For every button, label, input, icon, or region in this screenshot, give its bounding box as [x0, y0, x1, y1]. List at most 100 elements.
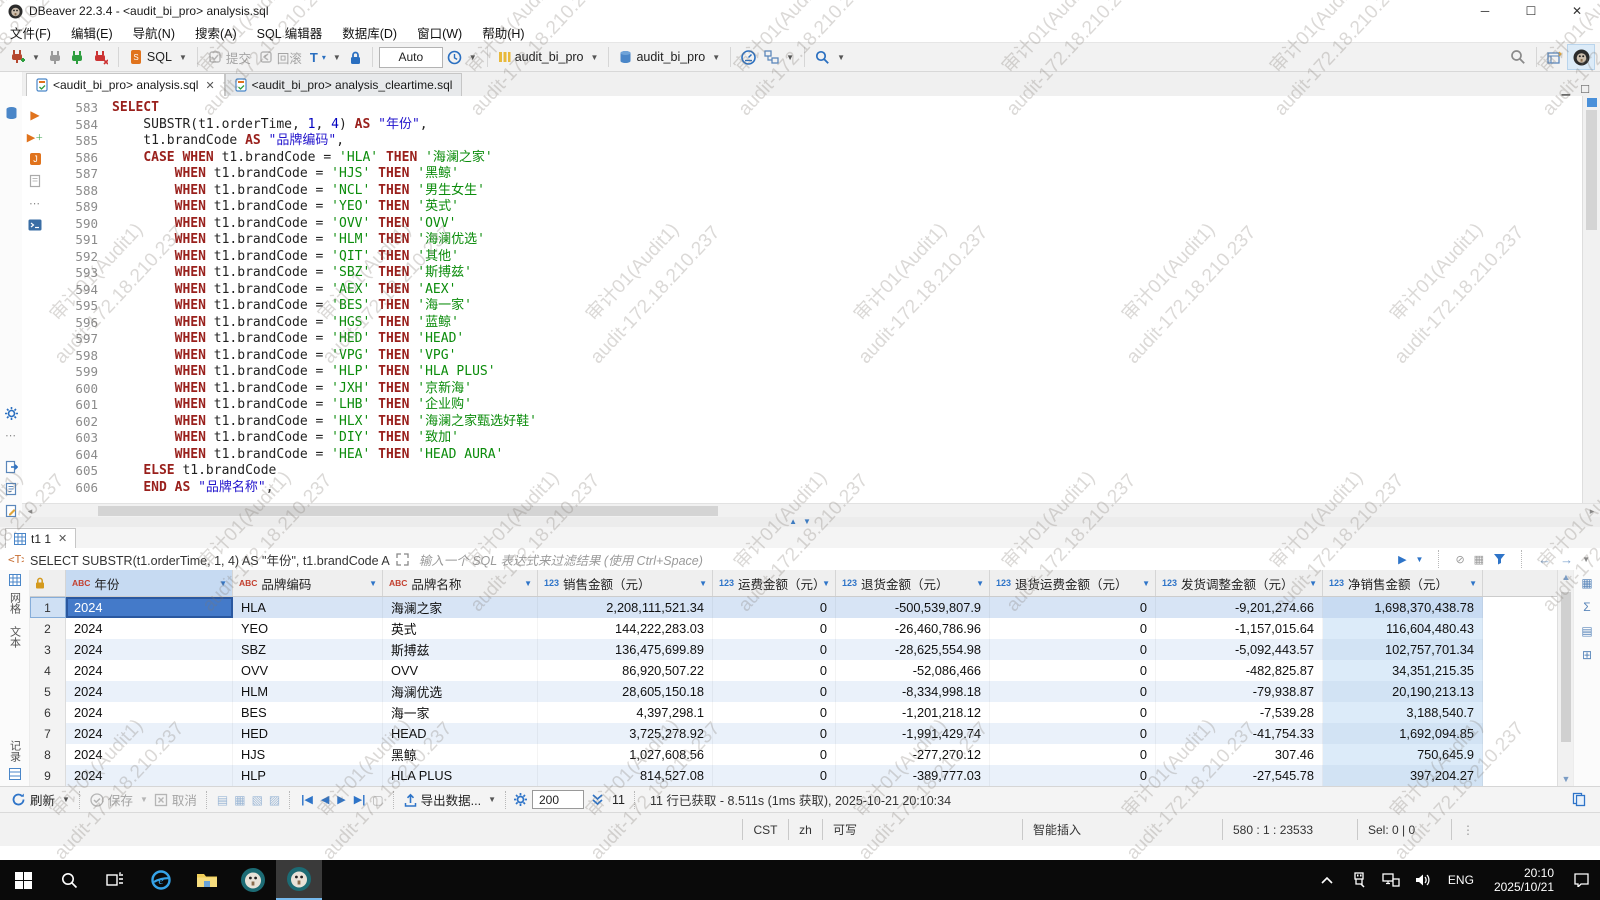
code-line[interactable]: 599 WHEN t1.brandCode = 'HLP' THEN 'HLA …: [48, 364, 1582, 381]
code-line[interactable]: 584 SUBSTR(t1.orderTime, 1, 4) AS "年份",: [48, 117, 1582, 134]
table-row[interactable]: 1 2024 HLA 海澜之家 2,208,111,521.34 0 -500,539,80…: [30, 597, 1557, 618]
results-tab-t1[interactable]: t1 1 ✕: [5, 528, 77, 548]
filter-funnel-icon[interactable]: [1493, 553, 1506, 565]
menu-item-4[interactable]: SQL 编辑器: [247, 23, 333, 42]
scroll-up-icon[interactable]: ▲: [1558, 572, 1574, 582]
tab-close-icon[interactable]: ✕: [58, 532, 67, 545]
grid-cell[interactable]: HED: [233, 723, 383, 744]
menu-item-6[interactable]: 窗口(W): [407, 23, 472, 42]
add-row-icon[interactable]: ▦: [231, 793, 248, 807]
statusbar-overflow-icon[interactable]: ⋮: [1452, 823, 1484, 837]
grid-cell[interactable]: 2024: [66, 681, 233, 702]
maximize-button[interactable]: ☐: [1508, 0, 1554, 22]
row-number[interactable]: 4: [30, 660, 66, 681]
grid-cell[interactable]: 黑鲸: [383, 744, 538, 765]
file-explorer-button[interactable]: [184, 860, 230, 900]
dropdown-caret-icon[interactable]: ▼: [62, 795, 70, 804]
dbeaver-perspective-button[interactable]: [1567, 44, 1595, 70]
grid-cell[interactable]: 0: [990, 765, 1156, 786]
code-line[interactable]: 585 t1.brandCode AS "品牌编码",: [48, 133, 1582, 150]
column-filter-caret-icon[interactable]: ▼: [699, 579, 707, 588]
row-number[interactable]: 5: [30, 681, 66, 702]
value-panel-icon[interactable]: ▦: [1581, 576, 1592, 590]
grid-cell[interactable]: 4,397,298.1: [538, 702, 713, 723]
grid-cell[interactable]: -28,625,554.98: [836, 639, 990, 660]
scrollbar-thumb[interactable]: [1586, 110, 1597, 230]
grid-cell[interactable]: 0: [713, 660, 836, 681]
grid-cell[interactable]: -8,334,998.18: [836, 681, 990, 702]
grid-cell[interactable]: 750,645.9: [1323, 744, 1483, 765]
code-line[interactable]: 592 WHEN t1.brandCode = 'QIT' THEN '其他': [48, 249, 1582, 266]
grid-cell[interactable]: 0: [990, 681, 1156, 702]
database-selector[interactable]: audit_bi_pro ▼: [615, 45, 724, 69]
grid-cell[interactable]: 2,208,111,521.34: [538, 597, 713, 618]
explain-plan-icon[interactable]: [22, 170, 48, 192]
code-line[interactable]: 593 WHEN t1.brandCode = 'SBZ' THEN '斯搏兹': [48, 265, 1582, 282]
grid-cell[interactable]: 0: [713, 597, 836, 618]
history-back-icon[interactable]: ←: [1538, 552, 1551, 567]
grid-cell[interactable]: 34,351,215.35: [1323, 660, 1483, 681]
row-number[interactable]: 8: [30, 744, 66, 765]
minimize-button[interactable]: ─: [1462, 0, 1508, 22]
dbeaver-taskbar-button[interactable]: [230, 860, 276, 900]
previous-row-icon[interactable]: ◀: [317, 793, 333, 806]
grid-cell[interactable]: 20,190,213.13: [1323, 681, 1483, 702]
grid-cell[interactable]: 1,027,608.56: [538, 744, 713, 765]
scroll-left-icon[interactable]: ◂: [22, 506, 38, 517]
next-row-icon[interactable]: ▶: [333, 793, 349, 806]
editor-horizontal-scrollbar[interactable]: ◂ ▸: [22, 503, 1600, 518]
grid-cell[interactable]: 116,604,480.43: [1323, 618, 1483, 639]
grid-cell[interactable]: 2024: [66, 765, 233, 786]
dropdown-caret-icon[interactable]: ▼: [786, 53, 794, 62]
metadata-panel-icon[interactable]: ▤: [1581, 624, 1592, 638]
dashboard-button[interactable]: [737, 45, 760, 69]
output-console-icon[interactable]: [22, 214, 48, 236]
grid-cell[interactable]: 0: [713, 723, 836, 744]
grid-cell[interactable]: -389,777.03: [836, 765, 990, 786]
grid-cell[interactable]: -482,825.87: [1156, 660, 1323, 681]
tab-analysis-sql[interactable]: <audit_bi_pro> analysis.sql ✕: [26, 73, 225, 96]
grid-corner-cell[interactable]: [30, 570, 66, 596]
start-button[interactable]: [0, 860, 46, 900]
grid-cell[interactable]: -27,545.78: [1156, 765, 1323, 786]
connect-button[interactable]: [44, 45, 66, 69]
column-header-8[interactable]: 123 净销售金额（元） ▼: [1323, 570, 1483, 596]
execute-new-tab-icon[interactable]: ▶ ＋: [22, 126, 48, 148]
grid-cell[interactable]: HLM: [233, 681, 383, 702]
quick-search-button[interactable]: [1506, 45, 1530, 69]
taskbar-clock[interactable]: 20:10 2025/10/21: [1484, 866, 1564, 894]
tray-chevron-icon[interactable]: [1312, 860, 1342, 900]
column-header-1[interactable]: ABC 品牌编码 ▼: [233, 570, 383, 596]
text-view-tab[interactable]: 文本: [7, 626, 23, 648]
dropdown-caret-icon[interactable]: ▼: [712, 53, 720, 62]
grid-cell[interactable]: 0: [713, 618, 836, 639]
grid-cell[interactable]: 2024: [66, 639, 233, 660]
column-filter-caret-icon[interactable]: ▼: [369, 579, 377, 588]
duplicate-row-icon[interactable]: ▧: [249, 793, 266, 807]
grid-cell[interactable]: 28,605,150.18: [538, 681, 713, 702]
column-filter-caret-icon[interactable]: ▼: [976, 579, 984, 588]
grid-cell[interactable]: 0: [990, 660, 1156, 681]
grid-cell[interactable]: 397,204.27: [1323, 765, 1483, 786]
table-row[interactable]: 8 2024 HJS 黑鲸 1,027,608.56 0 -277,270.12 0 307.4…: [30, 744, 1557, 765]
grid-cell[interactable]: 0: [713, 765, 836, 786]
references-panel-icon[interactable]: ⊞: [1582, 648, 1592, 662]
table-row[interactable]: 6 2024 BES 海一家 4,397,298.1 0 -1,201,218.12 0 -7,…: [30, 702, 1557, 723]
code-line[interactable]: 591 WHEN t1.brandCode = 'HLM' THEN '海澜优选…: [48, 232, 1582, 249]
table-row[interactable]: 3 2024 SBZ 斯搏兹 136,475,699.89 0 -28,625,554.98…: [30, 639, 1557, 660]
minimize-editor-icon[interactable]: ▁: [1562, 83, 1570, 96]
grid-cell[interactable]: -41,754.33: [1156, 723, 1323, 744]
code-line[interactable]: 597 WHEN t1.brandCode = 'HED' THEN 'HEAD…: [48, 331, 1582, 348]
grid-cell[interactable]: -52,086,466: [836, 660, 990, 681]
grid-cell[interactable]: 0: [713, 681, 836, 702]
editor-results-sash[interactable]: ▲ ▼: [0, 517, 1600, 527]
column-filter-caret-icon[interactable]: ▼: [1142, 579, 1150, 588]
filter-placeholder[interactable]: 输入一个 SQL 表达式来过滤结果 (使用 Ctrl+Space): [419, 550, 703, 569]
grid-cell[interactable]: -7,539.28: [1156, 702, 1323, 723]
code-line[interactable]: 594 WHEN t1.brandCode = 'AEX' THEN 'AEX': [48, 282, 1582, 299]
table-row[interactable]: 5 2024 HLM 海澜优选 28,605,150.18 0 -8,334,998.18 0…: [30, 681, 1557, 702]
go-to-row-icon[interactable]: ▢: [369, 793, 386, 807]
grid-cell[interactable]: 0: [713, 702, 836, 723]
transaction-lock-button[interactable]: [345, 45, 366, 69]
grid-cell[interactable]: 2024: [66, 618, 233, 639]
